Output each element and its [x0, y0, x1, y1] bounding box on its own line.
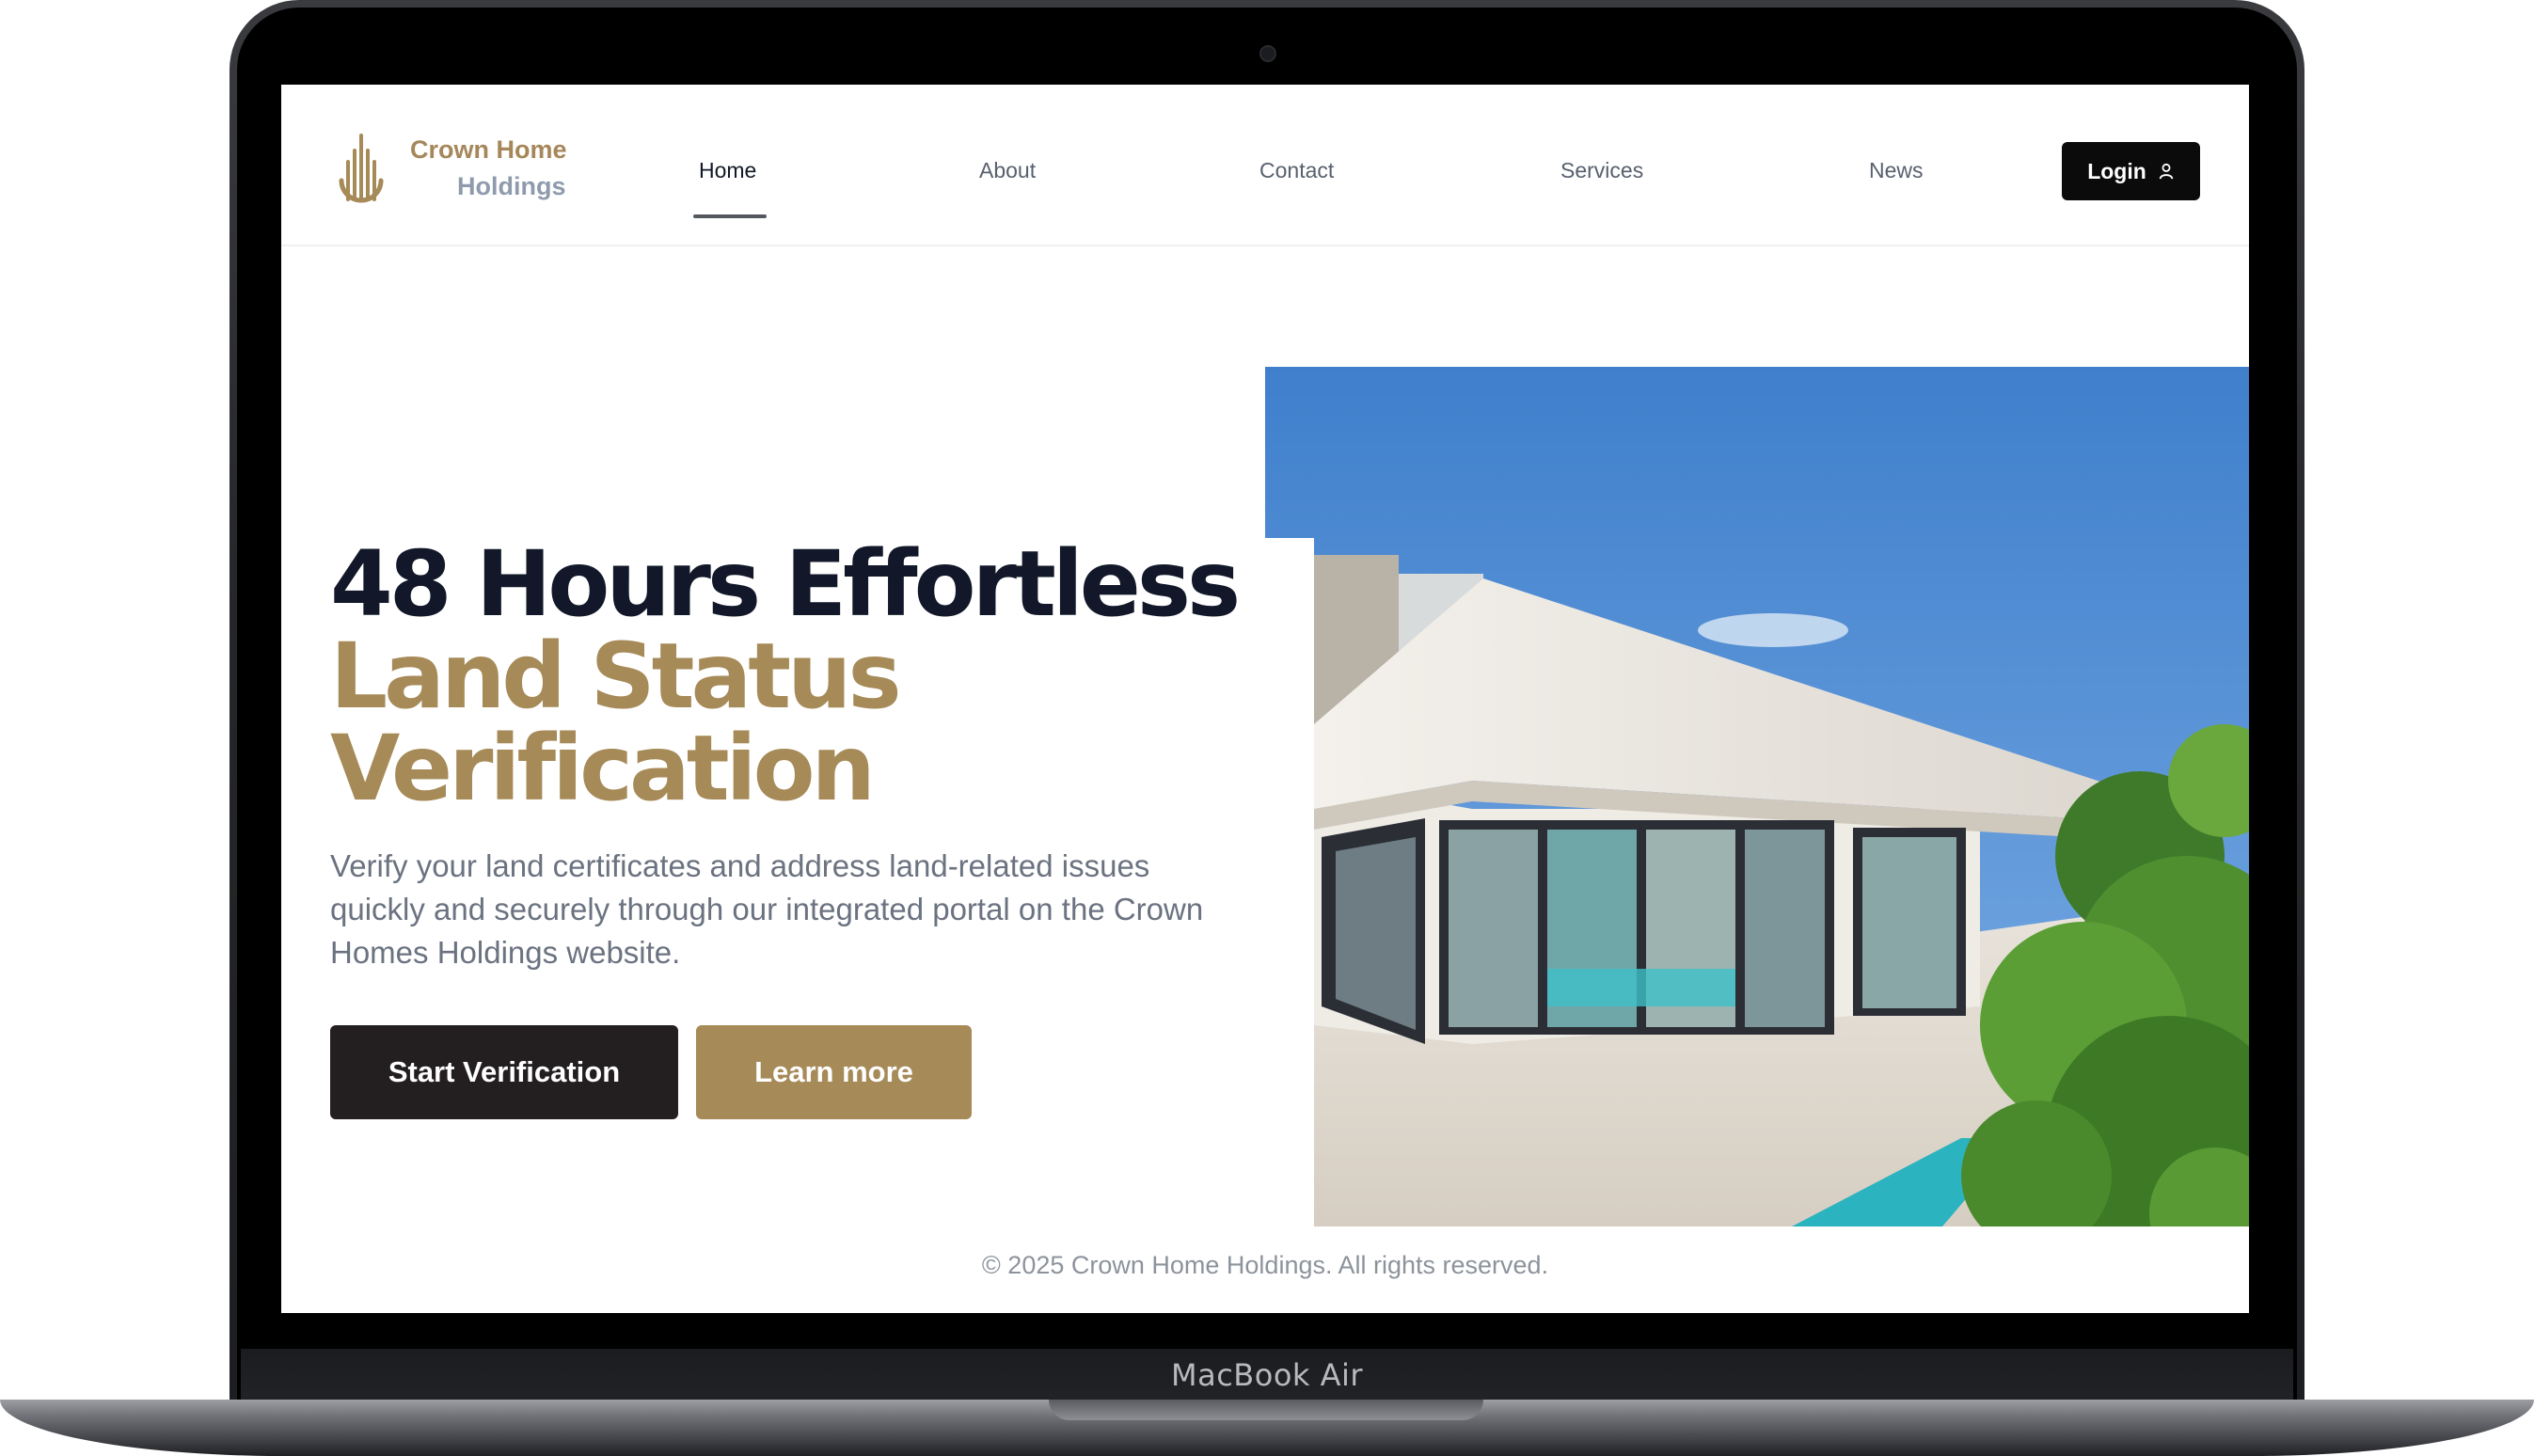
nav-active-indicator — [693, 214, 767, 218]
login-button[interactable]: Login — [2062, 142, 2200, 200]
brand-name-line2[interactable]: Holdings — [457, 172, 566, 201]
login-button-label: Login — [2087, 158, 2146, 183]
laptop-foot — [1687, 1433, 1697, 1437]
nav-about[interactable]: About — [979, 158, 1036, 183]
user-icon — [2159, 163, 2173, 180]
learn-more-button[interactable]: Learn more — [696, 1025, 972, 1119]
headline-line1: 48 Hours Effortless — [330, 531, 1241, 637]
nav-news[interactable]: News — [1869, 158, 1924, 183]
browser-viewport: Crown Home Holdings Home About Contact S… — [281, 85, 2249, 1313]
hero-headline: 48 Hours Effortless Land Status Verifica… — [330, 531, 1241, 821]
hero-description: Verify your land certificates and addres… — [330, 848, 1204, 970]
headline-line2: Land Status — [330, 624, 902, 729]
nav-services[interactable]: Services — [1560, 158, 1643, 183]
laptop-foot — [834, 1433, 844, 1437]
device-model-label: MacBook Air — [1170, 1357, 1364, 1393]
nav-contact[interactable]: Contact — [1259, 158, 1334, 183]
site-header: Crown Home Holdings Home About Contact S… — [281, 85, 2249, 246]
laptop-hinge-notch — [1049, 1400, 1483, 1420]
nav-home[interactable]: Home — [699, 158, 756, 183]
start-verification-button[interactable]: Start Verification — [330, 1025, 678, 1119]
brand-name-line1[interactable]: Crown Home — [410, 135, 567, 165]
crown-logo-icon[interactable] — [328, 122, 394, 216]
headline-line3: Verification — [330, 716, 876, 821]
camera-icon — [1259, 45, 1276, 62]
footer-copyright: © 2025 Crown Home Holdings. All rights r… — [981, 1251, 1549, 1279]
hero-house-image — [1265, 367, 2249, 1227]
